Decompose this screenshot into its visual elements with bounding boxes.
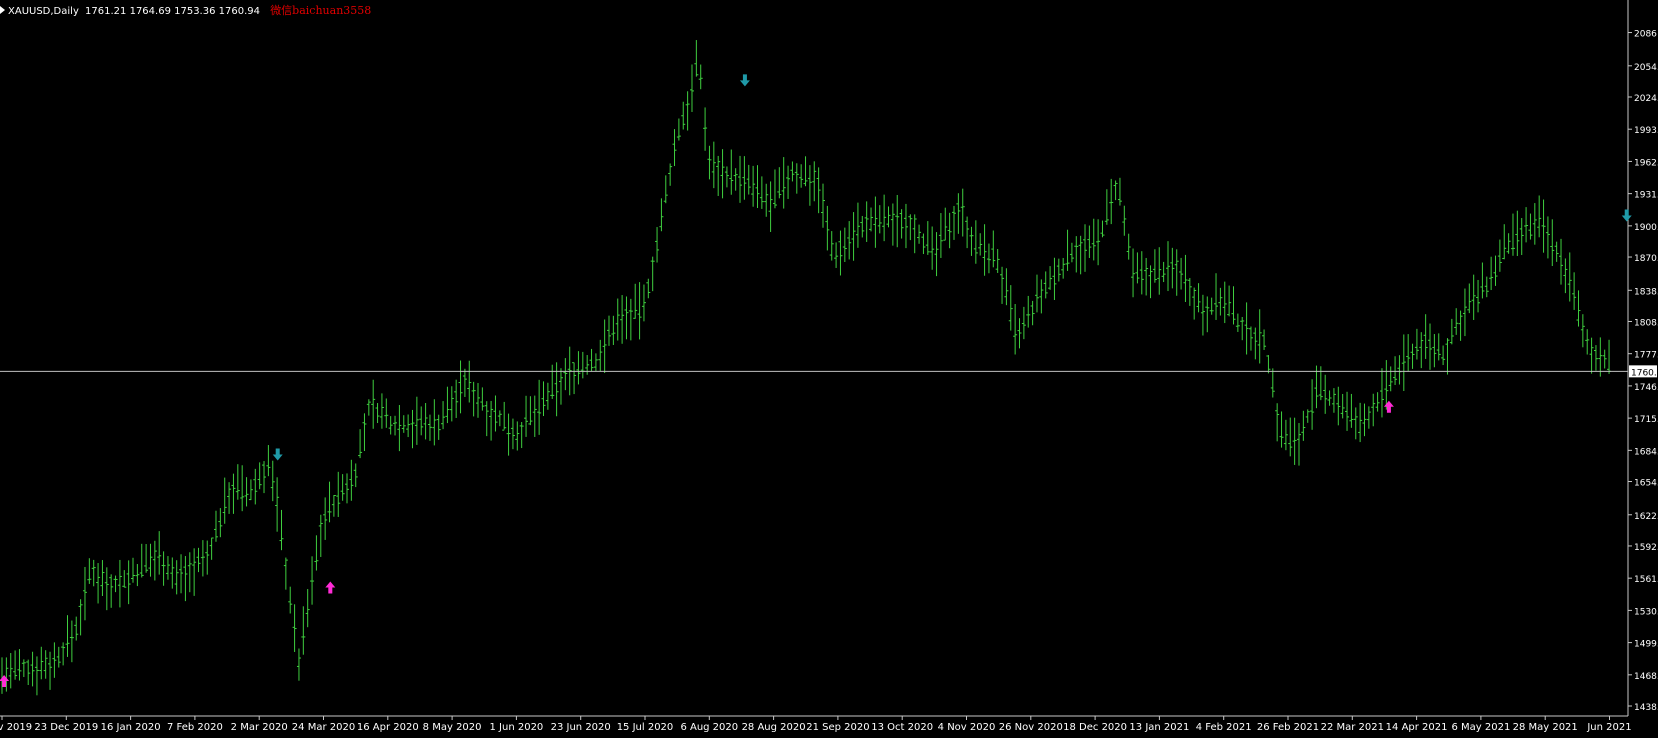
y-tick-label: 1684. — [1634, 447, 1658, 457]
y-tick-label: 1715. — [1634, 415, 1658, 425]
price-chart[interactable]: 2086 2054. 2024. 1993. 1962. 1931. 1900. 1870. 1… — [0, 0, 1658, 738]
x-tick-label: 28 May 2021 — [1513, 722, 1578, 733]
y-tick-label: 2024. — [1634, 94, 1658, 104]
x-tick-label: 18 Dec 2020 — [1063, 722, 1127, 733]
x-tick-label: 28 Aug 2020 — [742, 722, 806, 733]
x-tick-label: 15 Jul 2020 — [617, 722, 674, 733]
x-tick-label: 13 Jan 2021 — [1129, 722, 1189, 733]
y-tick-label: 1438. — [1634, 703, 1658, 713]
y-tick-label: 1900. — [1634, 223, 1658, 233]
sell-arrow-icon — [739, 74, 750, 87]
x-tick-label: 6 Aug 2020 — [680, 722, 738, 733]
y-tick-label: 1499. — [1634, 640, 1658, 650]
x-tick-label: 24 Mar 2020 — [292, 722, 355, 733]
x-tick-label: 16 Apr 2020 — [357, 722, 419, 733]
symbol-label: XAUUSD,Daily — [8, 6, 79, 17]
sell-arrow-icon — [1621, 209, 1632, 222]
x-tick-label: 7 Feb 2020 — [167, 722, 223, 733]
menu-triangle-icon[interactable] — [0, 6, 5, 14]
y-tick-label: 1561. — [1634, 575, 1658, 585]
x-tick-label: Nov 2019 — [0, 722, 32, 733]
x-tick-label: 21 Sep 2020 — [806, 722, 869, 733]
x-tick-label: 22 Mar 2021 — [1321, 722, 1384, 733]
y-tick-label: 1962. — [1634, 158, 1658, 168]
x-tick-label: 4 Nov 2020 — [938, 722, 996, 733]
y-tick-label: 1870. — [1634, 254, 1658, 264]
ohlc-values: 1761.21 1764.69 1753.36 1760.94 — [85, 6, 260, 17]
x-tick-label: 1 Jun 2020 — [490, 722, 544, 733]
y-tick-label: 1530. — [1634, 607, 1658, 617]
x-tick-label: Jun 2021 — [1586, 722, 1631, 733]
buy-arrow-icon — [0, 675, 10, 688]
x-tick-label: 13 Oct 2020 — [871, 722, 933, 733]
x-tick-label: 26 Feb 2021 — [1257, 722, 1319, 733]
y-tick-label: 1838. — [1634, 287, 1658, 297]
x-tick-label: 2 Mar 2020 — [231, 722, 288, 733]
y-tick-label: 1592. — [1634, 543, 1658, 553]
y-tick-label: 1468. — [1634, 672, 1658, 682]
y-tick-label: 1993. — [1634, 126, 1658, 136]
x-tick-label: 4 Feb 2021 — [1196, 722, 1252, 733]
y-tick-label: 1622. — [1634, 512, 1658, 522]
chart-header: XAUUSD,Daily 1761.21 1764.69 1753.36 176… — [0, 2, 374, 17]
x-tick-label: 14 Apr 2021 — [1386, 722, 1448, 733]
y-tick-label: 1931. — [1634, 191, 1658, 201]
buy-arrow-icon — [325, 581, 336, 594]
x-tick-label: 8 May 2020 — [423, 722, 482, 733]
y-tick-label: 1746. — [1634, 383, 1658, 393]
x-tick-label: 16 Jan 2020 — [101, 722, 161, 733]
y-tick-label: 2054. — [1634, 63, 1658, 73]
x-tick-label: 23 Jun 2020 — [551, 722, 611, 733]
sell-arrow-icon — [272, 448, 283, 461]
y-tick-label: 2086 — [1634, 30, 1657, 40]
y-tick-label: 1808. — [1634, 318, 1658, 328]
y-tick-label: 1654. — [1634, 479, 1658, 489]
x-tick-label: 26 Nov 2020 — [999, 722, 1063, 733]
current-price-label: 1760. — [1631, 368, 1657, 378]
x-tick-label: 6 May 2021 — [1451, 722, 1510, 733]
buy-arrow-icon — [1383, 400, 1394, 413]
watermark-text: 微信baichuan3558 — [270, 4, 372, 17]
x-tick-label: 23 Dec 2019 — [34, 722, 98, 733]
y-tick-label: 1777. — [1634, 351, 1658, 361]
